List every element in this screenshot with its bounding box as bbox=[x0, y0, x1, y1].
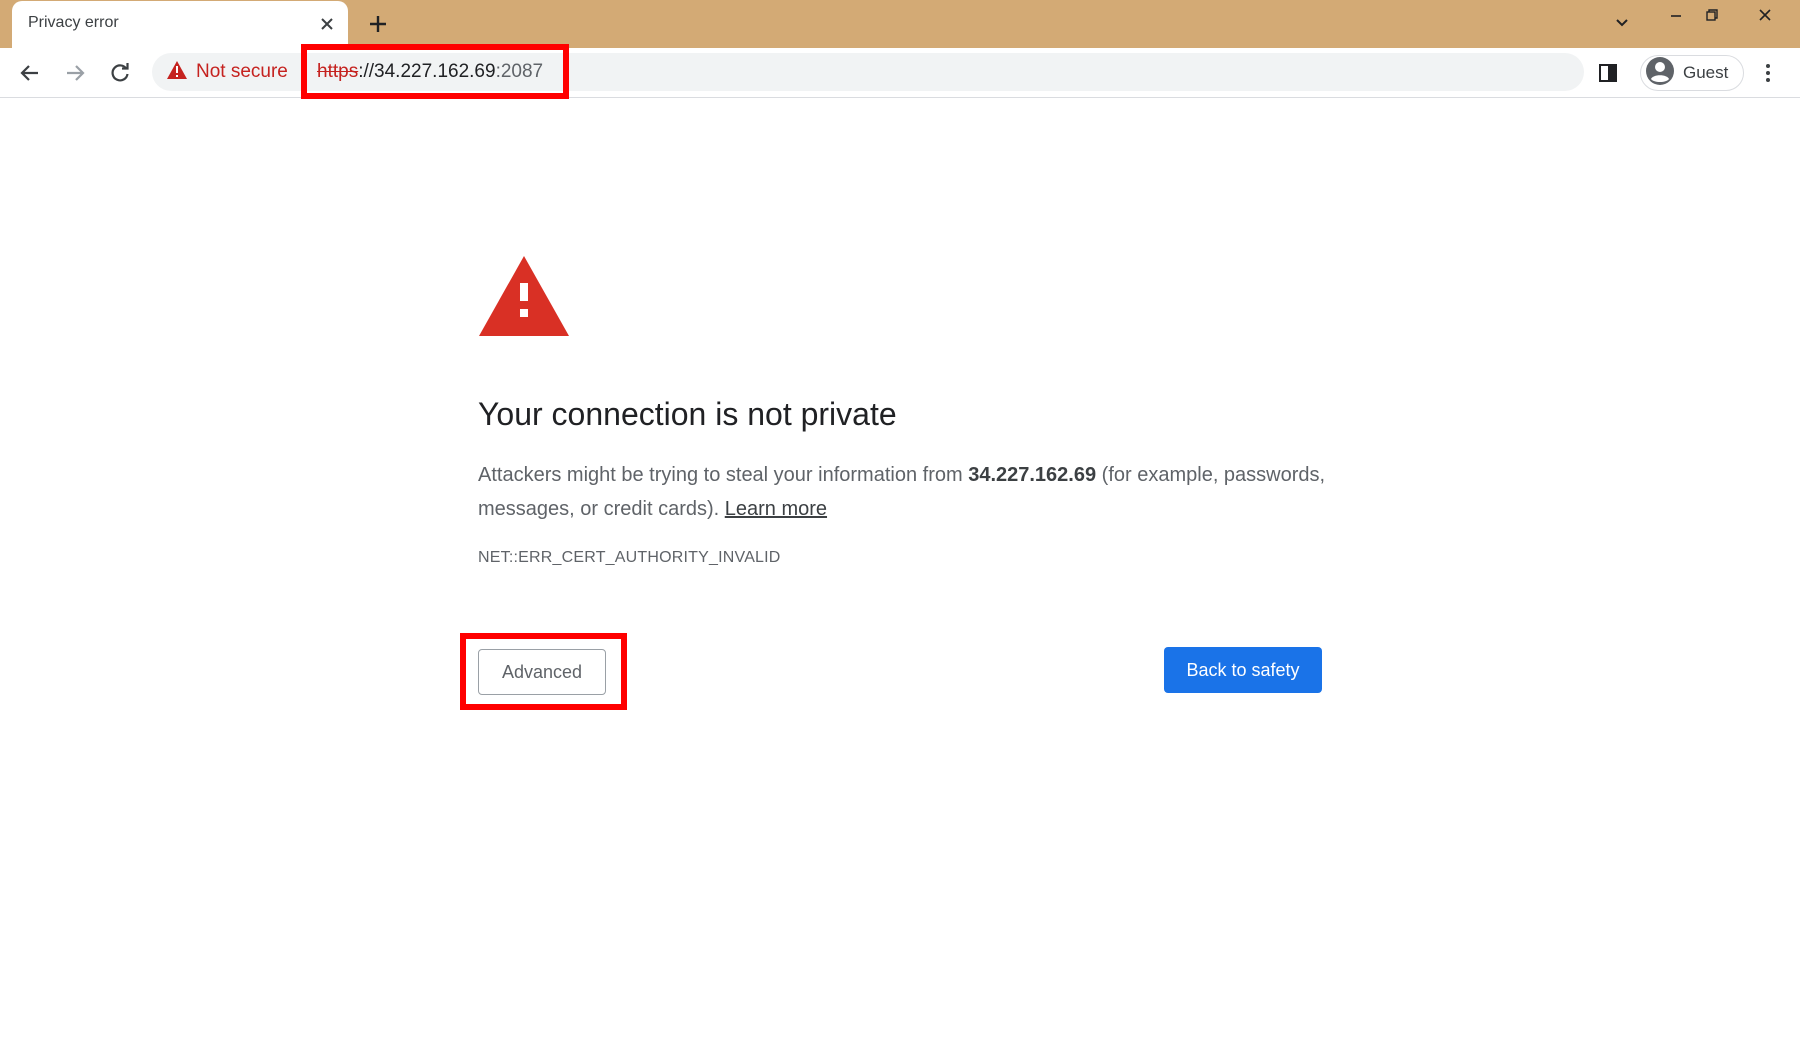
more-vert-icon[interactable] bbox=[1756, 59, 1780, 87]
advanced-button[interactable]: Advanced bbox=[478, 649, 606, 695]
url-text[interactable]: https://34.227.162.69:2087 bbox=[317, 61, 543, 83]
tab-title: Privacy error bbox=[28, 14, 119, 31]
error-code: NET::ERR_CERT_AUTHORITY_INVALID bbox=[478, 549, 781, 566]
arrow-left-icon[interactable] bbox=[14, 57, 46, 89]
warning-triangle-icon bbox=[166, 60, 188, 85]
minimize-icon[interactable] bbox=[1658, 0, 1694, 30]
back-to-safety-button[interactable]: Back to safety bbox=[1164, 647, 1322, 693]
restore-icon[interactable] bbox=[1694, 0, 1730, 30]
close-window-icon[interactable] bbox=[1740, 0, 1790, 30]
url-scheme: https bbox=[317, 61, 359, 82]
url-separator: :// bbox=[358, 61, 375, 82]
learn-more-link[interactable]: Learn more bbox=[725, 498, 827, 520]
reload-icon[interactable] bbox=[104, 57, 136, 89]
description-prefix: Attackers might be trying to steal your … bbox=[478, 464, 969, 486]
url-host: 34.227.162.69 bbox=[374, 61, 496, 82]
side-panel-icon[interactable] bbox=[1596, 60, 1620, 86]
profile-label: Guest bbox=[1683, 63, 1729, 82]
warning-description: Attackers might be trying to steal your … bbox=[478, 458, 1338, 526]
arrow-right-icon[interactable] bbox=[59, 57, 91, 89]
account-circle-icon bbox=[1645, 56, 1675, 91]
address-bar[interactable]: Not secure https://34.227.162.69:2087 bbox=[152, 53, 1584, 91]
security-chip[interactable]: Not secure bbox=[166, 53, 288, 91]
close-icon[interactable] bbox=[316, 13, 338, 35]
tab-privacy-error[interactable]: Privacy error bbox=[12, 1, 348, 48]
toolbar: Not secure https://34.227.162.69:2087 Gu… bbox=[0, 48, 1800, 98]
tab-strip: Privacy error bbox=[0, 0, 1800, 48]
url-port: :2087 bbox=[495, 61, 544, 82]
warning-triangle-icon bbox=[477, 254, 571, 338]
not-secure-label: Not secure bbox=[196, 61, 288, 82]
chevron-down-icon[interactable] bbox=[1604, 8, 1640, 38]
description-host: 34.227.162.69 bbox=[968, 464, 1097, 486]
plus-icon[interactable] bbox=[364, 10, 392, 38]
page-title: Your connection is not private bbox=[478, 396, 897, 432]
profile-button[interactable]: Guest bbox=[1640, 55, 1744, 91]
